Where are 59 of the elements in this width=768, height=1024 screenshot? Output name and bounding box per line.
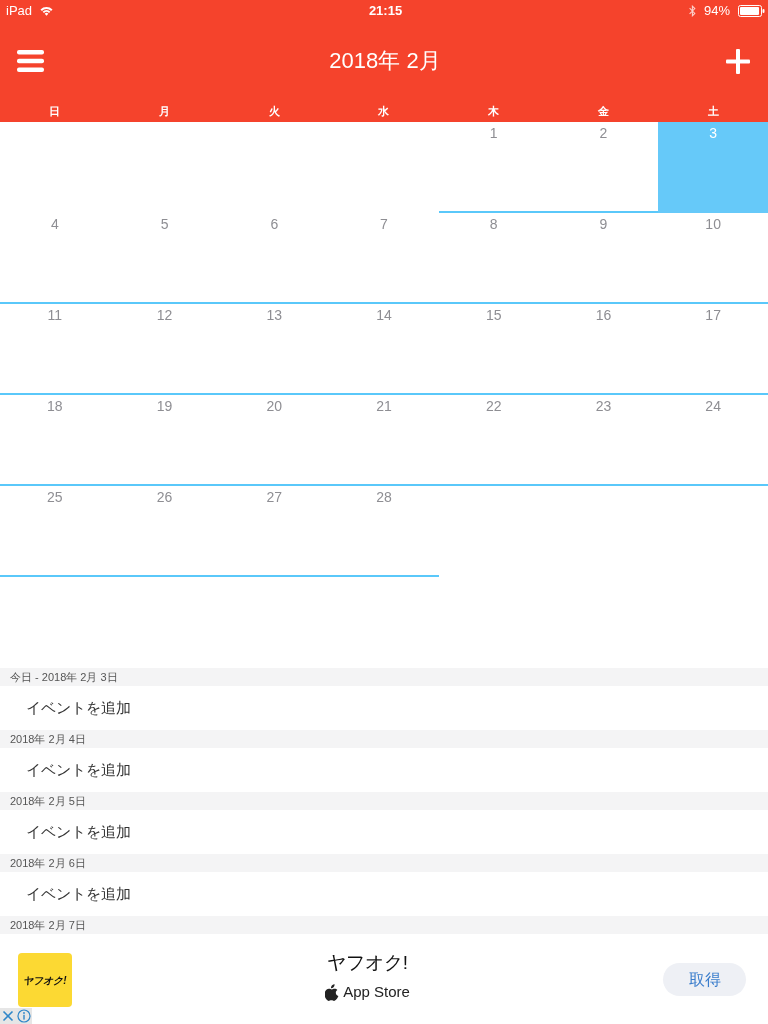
- wifi-icon: [40, 6, 54, 16]
- add-event-row[interactable]: イベントを追加: [0, 686, 768, 730]
- day-cell[interactable]: 14: [329, 304, 439, 395]
- weekday-label: 木: [488, 104, 500, 118]
- day-cell[interactable]: 4: [0, 213, 110, 304]
- battery-percent: 94%: [703, 2, 730, 21]
- weekday-label: 土: [707, 104, 719, 118]
- day-cell[interactable]: 10: [658, 213, 768, 304]
- day-cell[interactable]: 8: [438, 213, 549, 304]
- day-cell[interactable]: 27: [219, 486, 330, 577]
- day-cell[interactable]: 20: [219, 395, 330, 486]
- day-cell[interactable]: 12: [109, 304, 220, 395]
- day-cell[interactable]: 25: [0, 486, 110, 577]
- date-header: 今日 - 2018年 2月 3日: [0, 668, 768, 686]
- device-name: iPad: [6, 2, 33, 21]
- add-event-row[interactable]: イベントを追加: [0, 872, 768, 916]
- apple-icon: [325, 983, 340, 1001]
- add-event-row[interactable]: イベントを追加: [0, 748, 768, 792]
- bluetooth-icon: [688, 5, 696, 17]
- info-icon[interactable]: [16, 1008, 32, 1024]
- store-name: App Store: [343, 983, 410, 1001]
- weekday-label: 火: [268, 104, 280, 118]
- day-cell[interactable]: 21: [329, 395, 439, 486]
- day-cell[interactable]: 24: [658, 395, 768, 486]
- day-cell[interactable]: 6: [219, 213, 330, 304]
- weekday-label: 日: [49, 104, 61, 118]
- day-cell[interactable]: 28: [329, 486, 439, 577]
- menu-icon[interactable]: [17, 50, 44, 72]
- get-button[interactable]: 取得: [663, 963, 746, 996]
- day-cell[interactable]: 15: [438, 304, 549, 395]
- date-header: 2018年 2月 5日: [0, 792, 768, 810]
- battery-icon: [738, 5, 765, 17]
- clock-time: 21:15: [368, 2, 403, 21]
- app-logo: ヤフオク!: [18, 953, 72, 1007]
- day-cell[interactable]: 11: [0, 304, 110, 395]
- day-cell[interactable]: 16: [548, 304, 659, 395]
- weekday-label: 金: [597, 104, 609, 118]
- day-cell[interactable]: 26: [109, 486, 220, 577]
- day-cell[interactable]: 23: [548, 395, 659, 486]
- date-header: 2018年 2月 7日: [0, 916, 768, 934]
- close-icon[interactable]: [0, 1008, 16, 1024]
- weekday-label: 月: [159, 104, 171, 118]
- day-cell[interactable]: 1: [438, 122, 549, 213]
- day-cell[interactable]: 13: [219, 304, 330, 395]
- app-name: ヤフオク!: [326, 952, 409, 974]
- day-cell[interactable]: 17: [658, 304, 768, 395]
- day-cell[interactable]: 7: [329, 213, 439, 304]
- date-header: 2018年 2月 6日: [0, 854, 768, 872]
- add-event-row[interactable]: イベントを追加: [0, 810, 768, 854]
- day-cell[interactable]: 3: [658, 122, 768, 213]
- weekday-label: 水: [378, 104, 390, 118]
- day-cell[interactable]: 9: [548, 213, 659, 304]
- day-cell[interactable]: 22: [438, 395, 549, 486]
- month-title: 2018年 2月: [329, 48, 441, 74]
- day-cell[interactable]: 18: [0, 395, 110, 486]
- date-header: 2018年 2月 4日: [0, 730, 768, 748]
- day-cell[interactable]: 19: [109, 395, 220, 486]
- plus-icon[interactable]: [726, 48, 750, 74]
- day-cell[interactable]: 5: [109, 213, 220, 304]
